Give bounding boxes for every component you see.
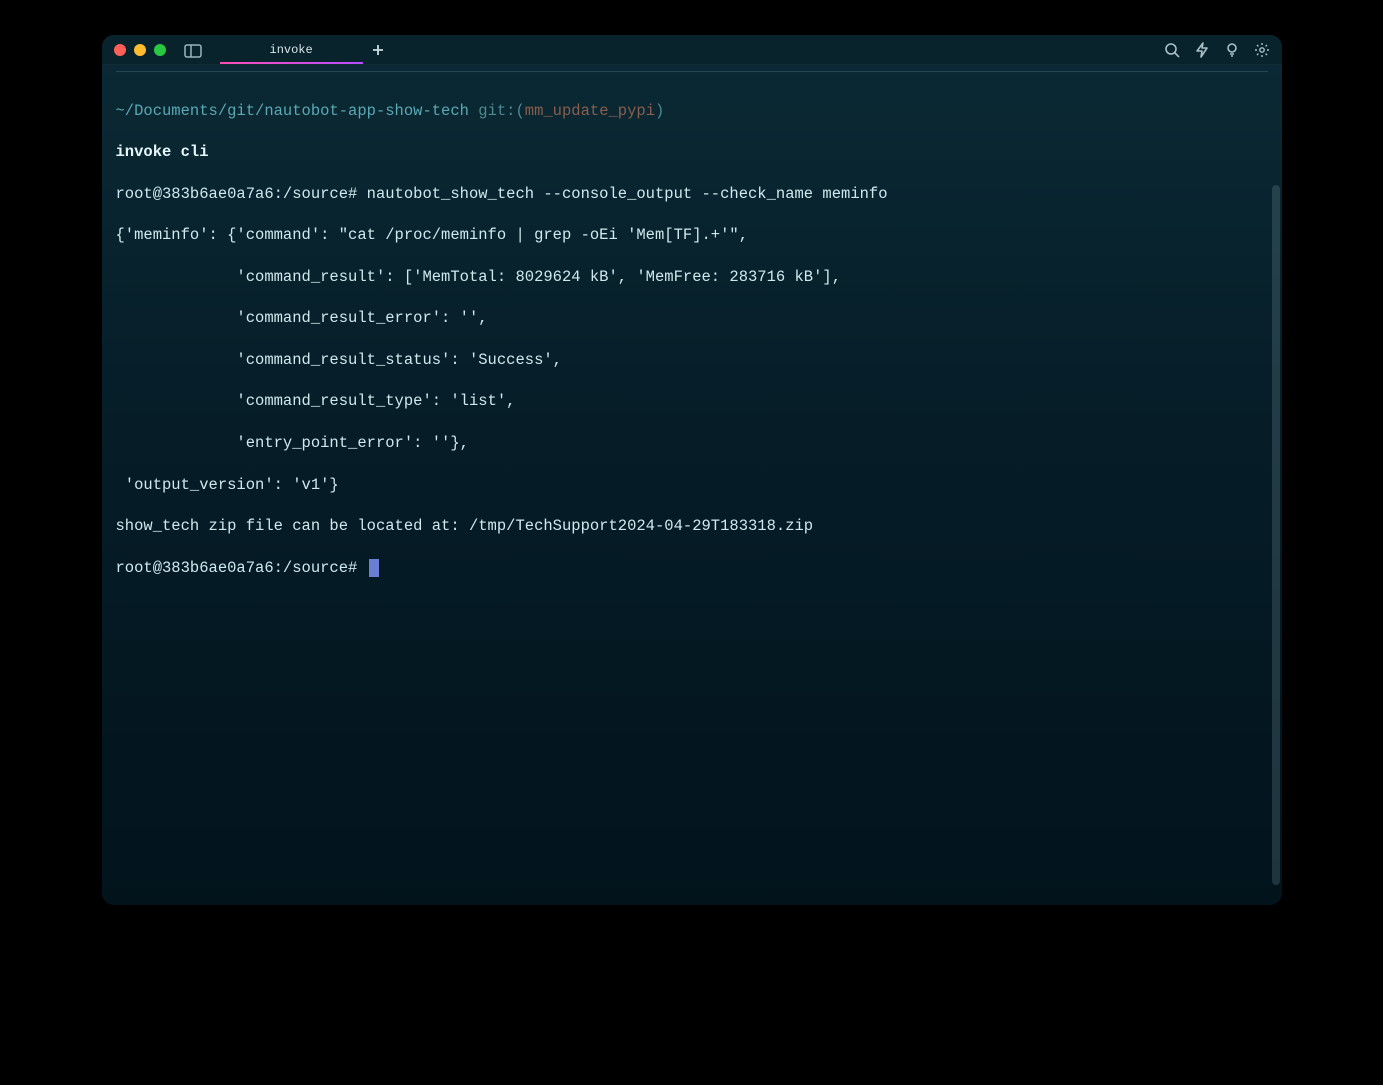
terminal-window: invoke — [102, 35, 1282, 905]
bulb-icon[interactable] — [1224, 42, 1240, 58]
terminal-output[interactable]: ~/Documents/git/nautobot-app-show-tech g… — [102, 72, 1282, 905]
minimize-window-button[interactable] — [134, 44, 146, 56]
output-line: 'entry_point_error': ''}, — [116, 433, 1268, 454]
zip-line: show_tech zip file can be located at: /t… — [116, 516, 1268, 537]
git-label: git:( — [469, 102, 525, 120]
prompt-idle: root@383b6ae0a7a6:/source# — [116, 558, 1268, 579]
output-line: 'command_result': ['MemTotal: 8029624 kB… — [116, 267, 1268, 288]
tab-label: invoke — [270, 43, 313, 57]
git-close: ) — [655, 102, 664, 120]
output-line: 'command_result_error': '', — [116, 308, 1268, 329]
search-icon[interactable] — [1164, 42, 1180, 58]
output-line: 'command_result_status': 'Success', — [116, 350, 1268, 371]
maximize-window-button[interactable] — [154, 44, 166, 56]
prompt-path: ~/Documents/git/nautobot-app-show-tech — [116, 102, 469, 120]
titlebar: invoke — [102, 35, 1282, 65]
tab-bar: invoke — [220, 35, 393, 64]
output-line: 'command_result_type': 'list', — [116, 391, 1268, 412]
output-line: {'meminfo': {'command': "cat /proc/memin… — [116, 225, 1268, 246]
window-controls — [114, 44, 166, 56]
gear-icon[interactable] — [1254, 42, 1270, 58]
command-invoke: invoke cli — [116, 142, 1268, 163]
command-nautobot: root@383b6ae0a7a6:/source# nautobot_show… — [116, 184, 1268, 205]
cursor — [369, 559, 379, 577]
titlebar-actions — [1164, 42, 1270, 58]
bolt-icon[interactable] — [1194, 42, 1210, 58]
scrollbar-thumb[interactable] — [1272, 185, 1280, 885]
tab-invoke[interactable]: invoke — [220, 35, 363, 64]
prompt-line: ~/Documents/git/nautobot-app-show-tech g… — [116, 101, 1268, 122]
git-branch: mm_update_pypi — [525, 102, 655, 120]
new-tab-button[interactable] — [363, 35, 393, 64]
panel-layout-icon[interactable] — [184, 44, 200, 56]
prompt-text: root@383b6ae0a7a6:/source# — [116, 559, 367, 577]
output-line: 'output_version': 'v1'} — [116, 475, 1268, 496]
close-window-button[interactable] — [114, 44, 126, 56]
